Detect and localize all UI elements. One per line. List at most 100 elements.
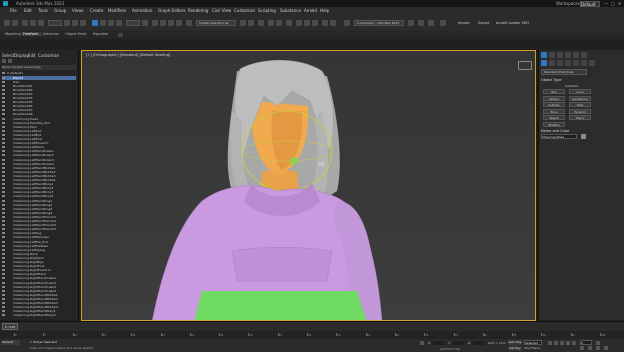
modify-tab-icon[interactable] <box>549 52 555 58</box>
visibility-icon[interactable] <box>2 248 5 251</box>
visibility-icon[interactable] <box>2 146 5 149</box>
visibility-icon[interactable] <box>2 293 5 296</box>
visibility-icon[interactable] <box>2 138 5 140</box>
visibility-icon[interactable] <box>2 277 5 280</box>
visibility-icon[interactable] <box>2 195 5 198</box>
project-path-dropdown[interactable]: C:\Users\Jo\...\3ds Max 2023 <box>354 20 404 26</box>
select-and-move-icon[interactable] <box>92 20 98 26</box>
set-key-button[interactable]: Set Key <box>508 346 522 351</box>
visibility-icon[interactable] <box>2 179 5 181</box>
visibility-icon[interactable] <box>2 261 5 263</box>
object-name-field[interactable]: Cheering:Shad <box>541 134 577 139</box>
primitive-button[interactable]: TextPlus <box>543 121 565 127</box>
menu-group[interactable]: Group <box>54 8 66 13</box>
selection-region-icon[interactable] <box>80 20 86 26</box>
align-icon[interactable] <box>248 20 254 26</box>
visibility-icon[interactable] <box>2 285 5 288</box>
render-production-icon[interactable] <box>312 20 318 26</box>
primitive-button[interactable]: Pyramid <box>569 108 591 114</box>
visibility-icon[interactable] <box>2 101 5 104</box>
visibility-icon[interactable] <box>2 236 5 239</box>
workspace-dropdown[interactable]: Default <box>580 0 600 7</box>
visibility-icon[interactable] <box>2 154 5 157</box>
primitive-button[interactable]: Cone <box>569 89 591 94</box>
visibility-icon[interactable] <box>2 215 5 218</box>
systems-icon[interactable] <box>589 60 595 66</box>
se-menu-select[interactable]: Select <box>2 53 14 58</box>
refresh-icon[interactable] <box>440 20 446 26</box>
visibility-icon[interactable] <box>2 211 5 214</box>
shapes-icon[interactable] <box>549 60 555 66</box>
visibility-icon[interactable] <box>2 199 5 202</box>
visibility-icon[interactable] <box>2 207 5 210</box>
save-file-icon[interactable] <box>418 20 424 26</box>
primitive-button[interactable]: Sphere <box>543 95 565 101</box>
visibility-icon[interactable] <box>2 183 5 186</box>
visibility-icon[interactable] <box>2 121 5 124</box>
visibility-icon[interactable] <box>2 92 5 95</box>
se-filter-icon[interactable] <box>2 59 6 63</box>
select-object-icon[interactable] <box>64 20 70 26</box>
undo-icon[interactable] <box>4 20 10 26</box>
visibility-icon[interactable] <box>2 269 5 272</box>
menu-help[interactable]: Help <box>320 8 329 13</box>
primitive-button[interactable]: GeoSphere <box>569 95 591 101</box>
select-and-scale-icon[interactable] <box>108 20 114 26</box>
mirror-icon[interactable] <box>240 20 246 26</box>
tab-selection[interactable]: Selection <box>40 32 62 36</box>
reference-coordinate-dropdown[interactable] <box>126 20 140 26</box>
primitive-button[interactable]: Tube <box>569 102 591 107</box>
open-file-icon[interactable] <box>408 20 414 26</box>
menu-scripting[interactable]: Scripting <box>258 8 276 13</box>
play-icon[interactable] <box>560 341 564 345</box>
visibility-icon[interactable] <box>2 76 5 79</box>
selected-dropdown[interactable]: Selected <box>524 340 542 345</box>
maxscript-label[interactable]: Default <box>2 340 20 345</box>
menu-animation[interactable]: Animation <box>132 8 152 13</box>
primitive-type-dropdown[interactable]: Standard Primitives <box>541 69 587 75</box>
spinner-snap-icon[interactable] <box>176 20 182 26</box>
visibility-icon[interactable] <box>2 314 5 317</box>
pan-icon[interactable] <box>588 346 592 350</box>
visibility-icon[interactable] <box>2 109 5 112</box>
minimize-button[interactable]: — <box>604 1 608 6</box>
menu-file[interactable]: File <box>10 8 17 13</box>
pivot-center-icon[interactable] <box>142 20 148 26</box>
select-and-rotate-icon[interactable] <box>100 20 106 26</box>
visibility-icon[interactable] <box>2 125 5 128</box>
visibility-icon[interactable] <box>2 297 5 300</box>
geometry-icon[interactable] <box>541 60 547 66</box>
menu-civil-view[interactable]: Civil View <box>212 8 231 13</box>
visibility-icon[interactable] <box>2 150 5 153</box>
utilities-tab-icon[interactable] <box>581 52 587 58</box>
visibility-icon[interactable] <box>2 88 5 91</box>
schematic-view-icon[interactable] <box>276 20 282 26</box>
menu-rendering[interactable]: Rendering <box>188 8 208 13</box>
visibility-icon[interactable] <box>2 281 5 284</box>
menu-tools[interactable]: Tools <box>38 8 48 13</box>
menu-graph-editors[interactable]: Graph Editors <box>158 8 185 13</box>
zoom-icon[interactable] <box>580 346 584 350</box>
material-editor-icon[interactable] <box>286 20 292 26</box>
visibility-icon[interactable] <box>2 84 5 87</box>
primitive-button[interactable]: Teapot <box>543 115 565 120</box>
visibility-icon[interactable] <box>2 158 5 161</box>
x-coord-field[interactable] <box>433 341 445 345</box>
primitive-button[interactable]: Cylinder <box>543 102 565 107</box>
y-coord-field[interactable] <box>453 341 465 345</box>
viewport-orthographic[interactable]: [+] [Orthographic] [Standard] [Default S… <box>81 50 536 321</box>
hierarchy-tab-icon[interactable] <box>557 52 563 58</box>
tree-item[interactable]: mixamorig:RightHandPinky2 <box>2 313 76 318</box>
visibility-icon[interactable] <box>2 80 5 83</box>
maximize-viewport-icon[interactable] <box>604 346 608 350</box>
cameras-icon[interactable] <box>565 60 571 66</box>
auto-key-button[interactable]: Auto Key <box>508 340 522 345</box>
z-coord-field[interactable] <box>473 341 485 345</box>
time-slider-thumb[interactable]: 0 / 100 <box>2 323 18 330</box>
time-config-icon[interactable] <box>596 341 600 345</box>
primitive-button[interactable]: Box <box>543 89 565 94</box>
se-menu-edit[interactable]: Edit <box>28 53 36 58</box>
go-to-end-icon[interactable] <box>572 341 576 345</box>
visibility-icon[interactable] <box>2 228 5 231</box>
menu-create[interactable]: Create <box>90 8 103 13</box>
